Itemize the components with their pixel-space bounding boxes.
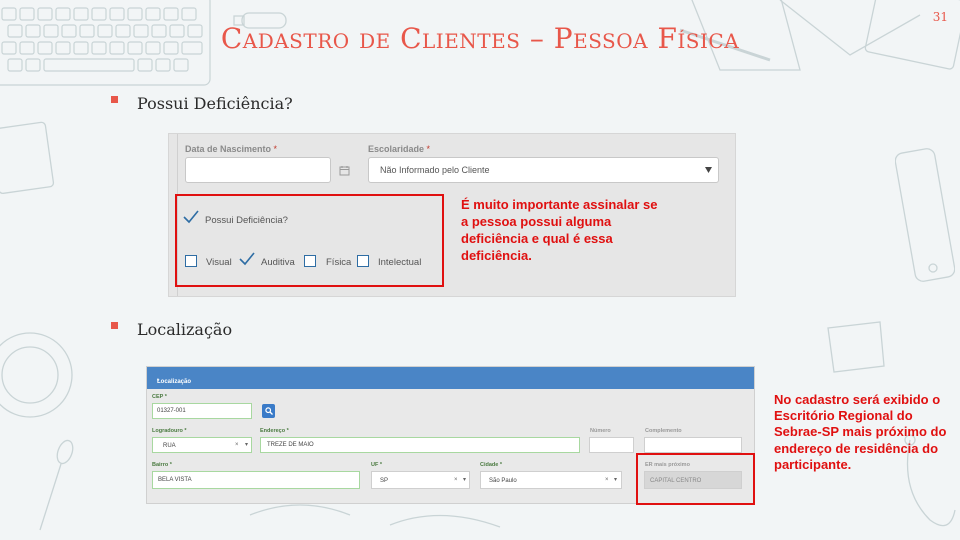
bullet-marker: [111, 96, 118, 103]
cep-input[interactable]: 01327-001: [152, 403, 252, 419]
birth-date-label: Data de Nascimento *: [185, 144, 278, 154]
education-value: Não Informado pelo Cliente: [380, 165, 490, 175]
cidade-select[interactable]: São Paulo × ▾: [480, 471, 622, 489]
cidade-value: São Paulo: [489, 478, 517, 484]
bairro-input[interactable]: BELA VISTA: [152, 471, 360, 489]
slide-title: Cadastro de Clientes – Pessoa Física: [220, 22, 740, 55]
slide: Cadastro de Clientes – Pessoa Física 31 …: [0, 0, 960, 540]
page-number: 31: [932, 10, 948, 24]
calendar-icon[interactable]: [339, 165, 350, 176]
clear-icon[interactable]: ×: [605, 477, 609, 483]
uf-label: UF *: [371, 462, 383, 468]
uf-select[interactable]: SP × ▾: [371, 471, 470, 489]
phone-doodle-icon: [895, 148, 955, 282]
cep-value: 01327-001: [157, 408, 186, 414]
bullet-text-location: Localização: [137, 320, 233, 339]
dropdown-arrow-icon: [705, 167, 712, 173]
search-button[interactable]: [262, 404, 275, 418]
endereco-value: TREZE DE MAIO: [267, 442, 314, 448]
education-select[interactable]: Não Informado pelo Cliente: [368, 157, 719, 183]
bullet-text-deficiency: Possui Deficiência?: [137, 94, 293, 113]
search-icon: [265, 407, 273, 415]
complemento-label: Complemento: [645, 428, 682, 434]
education-label: Escolaridade *: [368, 144, 431, 154]
logradouro-value: RUA: [163, 443, 176, 449]
chevron-down-icon: ▾: [463, 477, 467, 483]
clear-icon[interactable]: ×: [454, 477, 458, 483]
numero-label: Número: [590, 428, 611, 434]
highlight-box-deficiency: [175, 194, 444, 287]
chevron-down-icon: ▾: [614, 477, 618, 483]
note-deficiency: É muito importante assinalar se a pessoa…: [461, 197, 658, 263]
logradouro-select[interactable]: RUA × ▾: [152, 437, 252, 453]
clear-icon[interactable]: ×: [235, 442, 239, 448]
highlight-box-er: [636, 453, 755, 505]
endereco-label: Endereço *: [260, 428, 289, 434]
bullet-marker: [111, 322, 118, 329]
uf-value: SP: [380, 478, 389, 484]
note-er: No cadastro será exibido o Escritório Re…: [774, 392, 947, 472]
spoon-doodle-icon: [39, 439, 74, 531]
endereco-input[interactable]: TREZE DE MAIO: [260, 437, 580, 453]
numero-input[interactable]: [589, 437, 634, 453]
chevron-down-icon: ▾: [245, 442, 249, 448]
bairro-value: BELA VISTA: [158, 477, 192, 483]
sticky-note-doodle-icon: [827, 321, 885, 373]
bairro-label: Bairro *: [152, 462, 172, 468]
birth-date-input[interactable]: [185, 157, 331, 183]
tablet-doodle-icon: [0, 121, 55, 195]
coffee-cup-doodle-icon: [0, 332, 73, 418]
cep-label: CEP *: [152, 394, 167, 400]
logradouro-label: Logradouro *: [152, 428, 187, 434]
location-section-header: Localização *: [147, 367, 754, 389]
complemento-input[interactable]: [644, 437, 742, 453]
cidade-label: Cidade *: [480, 462, 503, 468]
